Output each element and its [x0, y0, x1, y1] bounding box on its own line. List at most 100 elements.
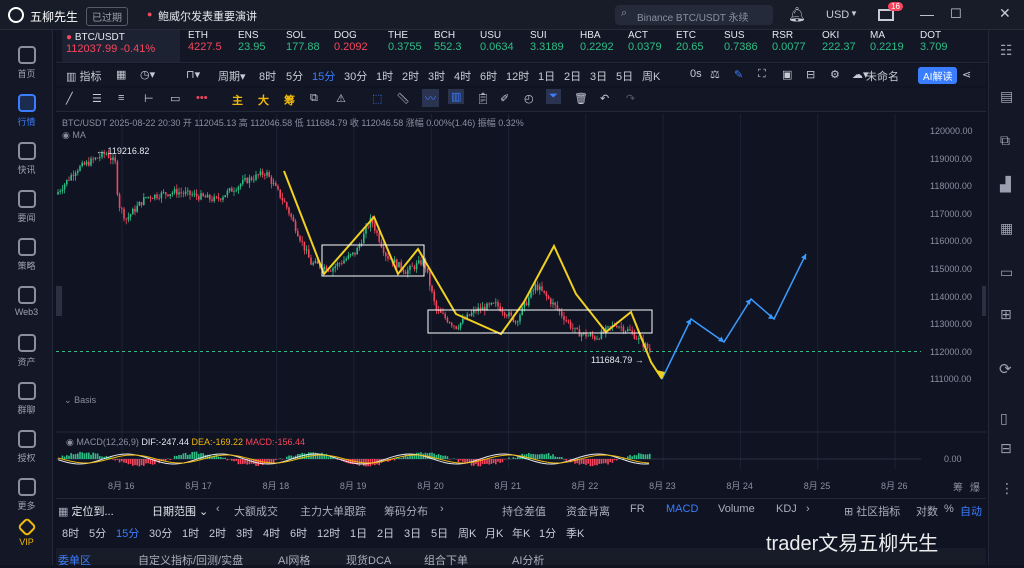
log-toggle[interactable]: 对数	[916, 503, 938, 519]
tab-kdj[interactable]: KDJ	[776, 503, 797, 515]
tf-8h[interactable]: 8时	[259, 68, 276, 84]
ticker-btc[interactable]: ● BTC/USDT 112037.99 -0.41%	[62, 30, 180, 62]
tab-combo-order[interactable]: 组合下单	[424, 552, 468, 568]
range-tf-9[interactable]: 12时	[317, 525, 340, 541]
ray-icon[interactable]: ⊢	[144, 92, 154, 105]
main-force-button[interactable]: 主	[232, 92, 243, 108]
rect-icon[interactable]: ▭	[170, 92, 180, 105]
layers-icon[interactable]: ⧉	[1000, 132, 1010, 149]
tf-30m[interactable]: 30分	[344, 68, 367, 84]
nav-strategy[interactable]: 策略	[0, 238, 53, 272]
screenshot-icon[interactable]: ▣	[782, 68, 792, 81]
range-tf-4[interactable]: 1时	[182, 525, 199, 541]
right-arrow-icon[interactable]: ›	[806, 503, 810, 515]
nav-vip[interactable]: VIP	[0, 520, 53, 547]
range-tf-2[interactable]: 15分	[116, 525, 139, 541]
tab-spot-dca[interactable]: 现货DCA	[346, 552, 391, 568]
right-arrow-icon[interactable]: ›	[440, 503, 444, 515]
nav-home[interactable]: 首页	[0, 46, 53, 80]
refresh-icon[interactable]: ⟳	[999, 360, 1012, 378]
monitor-icon[interactable]: ▭	[1000, 264, 1013, 281]
share-icon[interactable]: ⋖	[962, 68, 971, 81]
period-select[interactable]: 周期▾	[218, 68, 246, 84]
ticker-sui[interactable]: SUI3.3189	[530, 30, 564, 62]
tab-ai-analysis[interactable]: AI分析	[512, 552, 544, 568]
ticker-sol[interactable]: SOL177.88	[286, 30, 320, 62]
tab-volume[interactable]: Volume	[718, 503, 755, 515]
clipboard-icon[interactable]: 📋︎	[476, 92, 490, 105]
tab-macd[interactable]: MACD	[666, 503, 698, 515]
ticker-sus[interactable]: SUS0.7386	[724, 30, 758, 62]
maximize-icon[interactable]: ☐	[950, 6, 962, 22]
ai-interpret-button[interactable]: AI解读	[918, 67, 957, 84]
tab-fund-divergence[interactable]: 资金背离	[566, 503, 610, 519]
big-order-button[interactable]: 大	[258, 92, 269, 108]
ticker-usu[interactable]: USU0.0634	[480, 30, 514, 62]
close-icon[interactable]: ✕	[999, 5, 1011, 22]
dock-icon[interactable]: ⊟	[1000, 440, 1012, 457]
trash-icon[interactable]: 🗑︎	[574, 92, 588, 105]
tab-main-order-track[interactable]: 主力大单跟踪	[300, 503, 366, 519]
edit-icon[interactable]: ✐	[500, 92, 509, 105]
ticker-dot[interactable]: DOT3.709	[920, 30, 948, 62]
news-headline[interactable]: 鲍威尔发表重要演讲	[158, 8, 257, 24]
range-tf-6[interactable]: 3时	[236, 525, 253, 541]
save-icon[interactable]: ⊟	[806, 68, 815, 81]
time-axis[interactable]: 8月 168月 178月 188月 198月 208月 218月 228月 23…	[56, 476, 986, 496]
currency-select[interactable]: USD	[826, 9, 849, 21]
clock-tool-icon[interactable]: ◴	[524, 92, 534, 105]
ma-label[interactable]: ◉ MA	[62, 130, 86, 141]
range-tf-0[interactable]: 8时	[62, 525, 79, 541]
auto-toggle[interactable]: 自动	[960, 503, 982, 519]
left-arrow-icon[interactable]: ‹	[216, 503, 220, 515]
range-tf-17[interactable]: 1分	[539, 525, 556, 541]
ticker-etc[interactable]: ETC20.65	[676, 30, 704, 62]
tf-4h[interactable]: 4时	[454, 68, 471, 84]
tf-3d[interactable]: 3日	[590, 68, 607, 84]
range-tf-12[interactable]: 3日	[404, 525, 421, 541]
minimize-icon[interactable]: —	[920, 6, 934, 22]
nav-market[interactable]: 行情	[0, 94, 53, 128]
range-tf-10[interactable]: 1日	[350, 525, 367, 541]
tf-2h[interactable]: 2时	[402, 68, 419, 84]
community-indicator-button[interactable]: ⊞ 社区指标	[844, 503, 900, 519]
alert-icon[interactable]: ⚠	[336, 92, 346, 105]
ticker-oki[interactable]: OKI222.37	[822, 30, 856, 62]
range-tf-13[interactable]: 5日	[431, 525, 448, 541]
corner-burst-label[interactable]: 爆	[970, 479, 980, 494]
tf-1h[interactable]: 1时	[376, 68, 393, 84]
nav-authorize[interactable]: 授权	[0, 430, 53, 464]
ticker-ma[interactable]: MA0.2219	[870, 30, 904, 62]
nav-assets[interactable]: 资产	[0, 334, 53, 368]
watchlist-icon[interactable]: ☷	[1000, 42, 1013, 59]
corner-chip-label[interactable]: 筹	[953, 479, 963, 494]
basis-label[interactable]: ⌄ Basis	[64, 395, 96, 406]
copy-icon[interactable]: ⧉	[310, 92, 318, 105]
tab-fr[interactable]: FR	[630, 503, 645, 515]
rate-icon[interactable]: ⚖	[710, 68, 720, 81]
range-tf-8[interactable]: 6时	[290, 525, 307, 541]
range-tf-14[interactable]: 周K	[458, 525, 476, 541]
orderbook-icon[interactable]: ▤	[1000, 88, 1013, 105]
redo-icon[interactable]: ↷	[626, 92, 635, 105]
more-icon[interactable]: ⋮	[1000, 480, 1014, 497]
tf-6h[interactable]: 6时	[480, 68, 497, 84]
clock-icon[interactable]: ◷▾	[140, 68, 155, 81]
ticker-eth[interactable]: ETH4227.5	[188, 30, 222, 62]
range-tf-18[interactable]: 季K	[566, 525, 584, 541]
trendline-icon[interactable]: ╱	[66, 92, 73, 105]
range-tf-7[interactable]: 4时	[263, 525, 280, 541]
hline-icon[interactable]: ☰	[92, 92, 102, 105]
nav-flash[interactable]: 快讯	[0, 142, 53, 176]
range-tf-16[interactable]: 年K	[512, 525, 530, 541]
bell-icon[interactable]: 🔔︎	[788, 6, 806, 23]
tab-custom-indicator[interactable]: 自定义指标/回测/实盘	[138, 552, 243, 568]
tab-position-diff[interactable]: 持仓差值	[502, 503, 546, 519]
percent-toggle[interactable]: %	[944, 503, 954, 515]
more-dots-icon[interactable]: •••	[196, 92, 208, 104]
calendar-icon[interactable]: ▦	[116, 68, 126, 81]
tf-week[interactable]: 周K	[642, 68, 660, 84]
tab-large-trades[interactable]: 大额成交	[234, 503, 278, 519]
range-tf-11[interactable]: 2日	[377, 525, 394, 541]
settings-icon[interactable]: ⚙	[830, 68, 840, 81]
